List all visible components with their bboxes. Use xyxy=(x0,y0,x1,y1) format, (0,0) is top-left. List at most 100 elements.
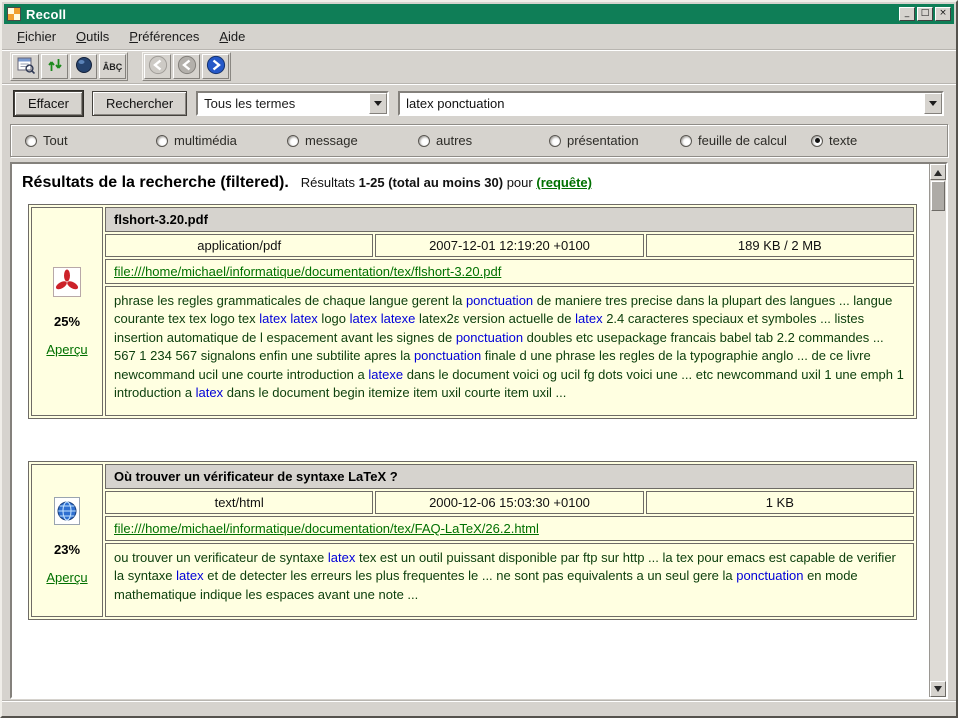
highlighted-term: latex latex xyxy=(259,311,318,326)
filter-label: présentation xyxy=(567,133,639,148)
menubar: FichierOutilsPréférencesAide xyxy=(2,24,956,50)
results-title: Résultats de la recherche (filtered). xyxy=(22,174,289,191)
scroll-up-button[interactable] xyxy=(930,164,946,180)
recoll-window: Recoll _ □ × FichierOutilsPréférencesAid… xyxy=(0,0,958,718)
green-arrows-sort-icon xyxy=(46,56,64,77)
radio-selected-icon xyxy=(811,135,823,147)
search-bar: Effacer Rechercher Tous les termes xyxy=(2,84,956,122)
highlighted-term: latex xyxy=(328,550,355,565)
result-size: 189 KB / 2 MB xyxy=(646,234,914,257)
minimize-button[interactable]: _ xyxy=(899,7,915,21)
radio-icon xyxy=(680,135,692,147)
result-date: 2007-12-01 12:19:20 +0100 xyxy=(375,234,643,257)
filter-radio-presentation[interactable]: présentation xyxy=(549,133,680,148)
status-bar xyxy=(2,701,956,716)
html-file-icon xyxy=(53,496,81,529)
highlighted-term: latexe xyxy=(368,367,403,382)
result-entry: 23% Aperçu Où trouver un vérificateur de… xyxy=(28,461,917,620)
advanced-search-button[interactable] xyxy=(12,54,39,79)
result-url-link[interactable]: file:///home/michael/informatique/docume… xyxy=(114,264,501,279)
window-title: Recoll xyxy=(26,7,894,22)
first-page-button[interactable] xyxy=(144,54,171,79)
result-url-row: file:///home/michael/informatique/docume… xyxy=(105,516,914,541)
preview-link[interactable]: Aperçu xyxy=(46,342,87,357)
result-snippet: ou trouver un verificateur de syntaxe la… xyxy=(105,543,914,617)
result-side-panel: 23% Aperçu xyxy=(31,464,103,617)
document-search-icon xyxy=(17,56,35,77)
clear-button[interactable]: Effacer xyxy=(14,91,83,116)
menu-item-fichier[interactable]: Fichier xyxy=(8,26,65,47)
scroll-down-button[interactable] xyxy=(930,681,946,697)
result-meta-row: text/html 2000-12-06 15:03:30 +0100 1 KB xyxy=(105,491,914,514)
radio-icon xyxy=(25,135,37,147)
next-page-button[interactable] xyxy=(202,54,229,79)
search-mode-dropdown-button[interactable] xyxy=(369,93,387,114)
filter-radio-autres[interactable]: autres xyxy=(418,133,549,148)
sphere-icon xyxy=(75,56,93,77)
result-mime-type: text/html xyxy=(105,491,373,514)
result-date: 2000-12-06 15:03:30 +0100 xyxy=(375,491,643,514)
maximize-button[interactable]: □ xyxy=(917,7,933,21)
forward-arrow-icon xyxy=(206,55,226,78)
results-scrollbar[interactable] xyxy=(929,164,946,697)
results-header: Résultats de la recherche (filtered).Rés… xyxy=(20,170,923,204)
result-main: flshort-3.20.pdf application/pdf 2007-12… xyxy=(105,207,914,416)
result-main: Où trouver un vérificateur de syntaxe La… xyxy=(105,464,914,617)
filter-label: message xyxy=(305,133,358,148)
titlebar[interactable]: Recoll _ □ × xyxy=(4,4,954,24)
sort-by-dates-button[interactable] xyxy=(41,54,68,79)
chevron-down-icon xyxy=(374,101,382,110)
close-button[interactable]: × xyxy=(935,7,951,21)
result-entry: 25% Aperçu flshort-3.20.pdf application/… xyxy=(28,204,917,419)
filter-radio-feuille-de-calcul[interactable]: feuille de calcul xyxy=(680,133,811,148)
result-url-link[interactable]: file:///home/michael/informatique/docume… xyxy=(114,521,539,536)
tools-group: ÂBÇ xyxy=(10,52,128,81)
highlighted-term: ponctuation xyxy=(414,348,481,363)
result-size: 1 KB xyxy=(646,491,914,514)
highlighted-term: ponctuation xyxy=(736,568,803,583)
term-explorer-button[interactable]: ÂBÇ xyxy=(99,54,126,79)
results-list: Résultats de la recherche (filtered).Rés… xyxy=(12,164,929,697)
query-details-button[interactable] xyxy=(70,54,97,79)
results-frame: Résultats de la recherche (filtered).Rés… xyxy=(10,162,948,699)
radio-icon xyxy=(156,135,168,147)
scrollbar-track[interactable] xyxy=(930,212,946,681)
query-input[interactable] xyxy=(400,93,924,114)
filter-label: multimédia xyxy=(174,133,237,148)
filter-label: Tout xyxy=(43,133,68,148)
search-button[interactable]: Rechercher xyxy=(92,91,187,116)
result-url-row: file:///home/michael/informatique/docume… xyxy=(105,259,914,284)
app-icon xyxy=(7,7,21,21)
category-filter-panel: Tout multimédia message autres présentation f… xyxy=(10,124,948,157)
filter-radio-tout[interactable]: Tout xyxy=(25,133,156,148)
previous-page-button[interactable] xyxy=(173,54,200,79)
filter-label: autres xyxy=(436,133,472,148)
back-arrow-icon xyxy=(177,55,197,78)
filter-radio-texte[interactable]: texte xyxy=(811,133,857,148)
scrollbar-thumb[interactable] xyxy=(931,181,945,211)
result-meta-row: application/pdf 2007-12-01 12:19:20 +010… xyxy=(105,234,914,257)
relevance-percent: 23% xyxy=(54,542,80,557)
filter-radio-multimedia[interactable]: multimédia xyxy=(156,133,287,148)
result-title: flshort-3.20.pdf xyxy=(105,207,914,232)
highlighted-term: latex xyxy=(196,385,223,400)
relevance-percent: 25% xyxy=(54,314,80,329)
back-arrow-disabled-icon xyxy=(148,55,168,78)
result-snippet: phrase les regles grammaticales de chaqu… xyxy=(105,286,914,416)
search-mode-select[interactable]: Tous les termes xyxy=(196,91,389,116)
chevron-down-icon xyxy=(929,101,937,110)
filter-label: texte xyxy=(829,133,857,148)
toolbar: ÂBÇ xyxy=(2,50,956,84)
filter-radio-message[interactable]: message xyxy=(287,133,418,148)
window-controls: _ □ × xyxy=(899,7,951,21)
highlighted-term: latex xyxy=(575,311,602,326)
query-details-link[interactable]: (requête) xyxy=(536,175,592,190)
search-mode-value: Tous les termes xyxy=(198,93,369,114)
menu-item-aide[interactable]: Aide xyxy=(210,26,254,47)
preview-link[interactable]: Aperçu xyxy=(46,570,87,585)
query-history-dropdown-button[interactable] xyxy=(924,93,942,114)
radio-icon xyxy=(549,135,561,147)
menu-item-preferences[interactable]: Préférences xyxy=(120,26,208,47)
history-nav-group xyxy=(142,52,231,81)
menu-item-outils[interactable]: Outils xyxy=(67,26,118,47)
